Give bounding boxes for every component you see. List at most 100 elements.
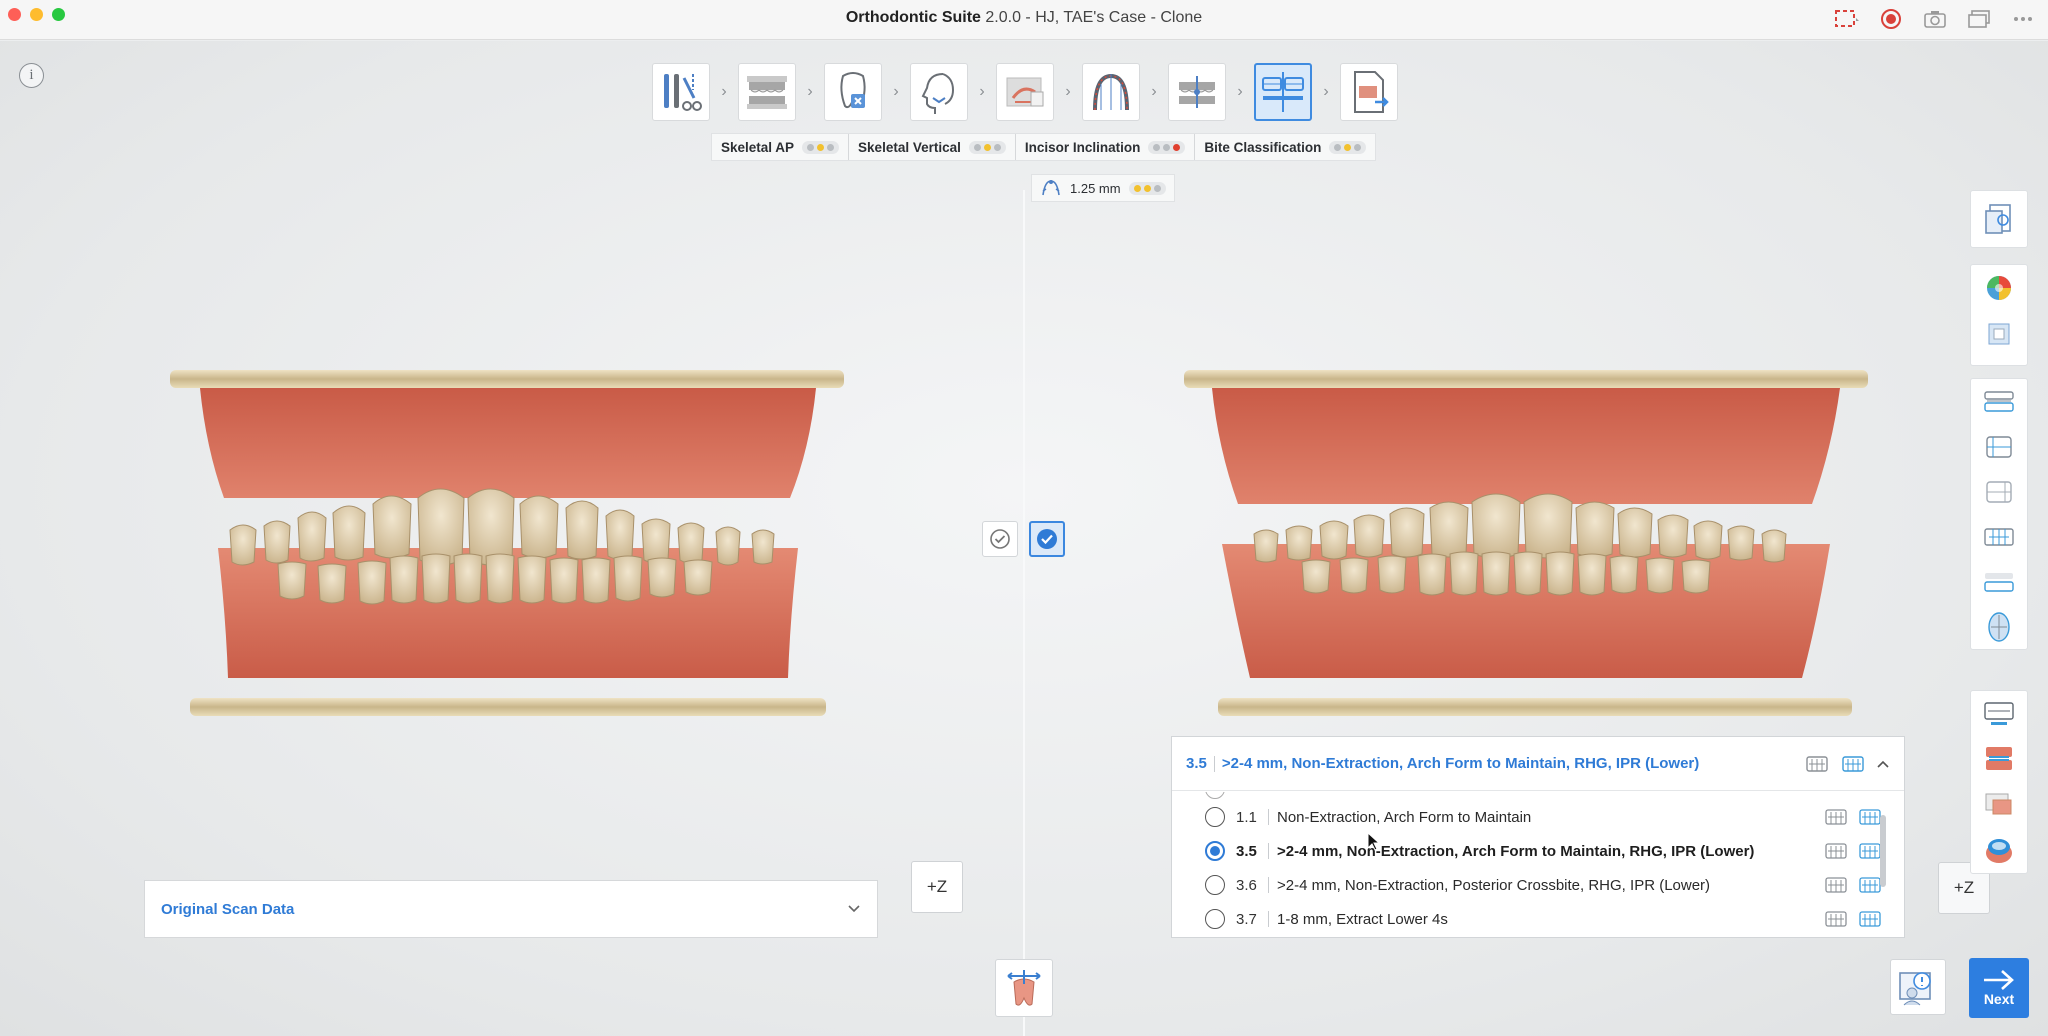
treatment-options-icon	[1262, 72, 1304, 112]
report-consult-icon	[1899, 972, 1931, 1006]
lower-arch-icon[interactable]	[1858, 876, 1882, 894]
view-lower-button[interactable]	[1970, 559, 2028, 604]
option-radio[interactable]	[1205, 909, 1225, 929]
status-bite-classification: Bite Classification	[1194, 134, 1375, 160]
occlusion-icon	[1179, 76, 1215, 108]
screen-capture-icon[interactable]	[1834, 8, 1860, 30]
split-divider[interactable]	[1023, 190, 1025, 1036]
color-map-button[interactable]	[1970, 265, 2028, 311]
treatment-option-panel: 3.5 >2-4 mm, Non-Extraction, Arch Form t…	[1171, 736, 1905, 938]
gum-view-button[interactable]	[1970, 828, 2028, 874]
window-title: Orthodontic Suite 2.0.0 - HJ, TAE's Case…	[845, 9, 1203, 26]
model-transparency-button[interactable]	[1970, 782, 2028, 828]
window-layout-icon[interactable]	[1966, 8, 1992, 30]
check-circle-icon	[990, 529, 1010, 549]
lower-arch-icon[interactable]	[1840, 754, 1866, 774]
status-skeletal-ap: Skeletal AP	[712, 134, 848, 160]
compare-treatment-toggle[interactable]	[1029, 521, 1065, 557]
option-row-3-7[interactable]: 3.7 1-8 mm, Extract Lower 4s	[1172, 902, 1882, 936]
lower-arch-icon[interactable]	[1858, 842, 1882, 860]
compare-original-toggle[interactable]	[982, 521, 1018, 557]
step-treatment-options[interactable]	[1254, 63, 1312, 121]
chevron-down-icon[interactable]	[847, 904, 861, 914]
side-toolbar-group-4	[1970, 690, 2028, 874]
upper-arch-icon[interactable]	[1804, 754, 1830, 774]
superimpose-icon	[1984, 702, 2014, 725]
arrow-right-icon	[1984, 970, 2014, 990]
face-profile-icon	[921, 73, 955, 114]
status-skeletal-vertical: Skeletal Vertical	[848, 134, 1015, 160]
view-front-button[interactable]	[1970, 514, 2028, 559]
next-button[interactable]: Next	[1969, 958, 2029, 1018]
document-view-button[interactable]	[1970, 191, 2028, 247]
color-map-icon	[1987, 276, 2011, 300]
upper-arch-icon[interactable]	[1824, 842, 1848, 860]
scan-arches-icon	[747, 76, 787, 109]
scan-data-dropdown[interactable]: Original Scan Data	[144, 880, 878, 938]
report-export-icon	[1354, 71, 1389, 113]
treatment-dental-model[interactable]	[1182, 368, 1870, 720]
step-face-profile[interactable]	[910, 63, 968, 121]
option-radio[interactable]	[1205, 875, 1225, 895]
step-tools[interactable]	[652, 63, 710, 121]
record-icon[interactable]	[1878, 8, 1904, 30]
status-incisor-inclination: Incisor Inclination	[1014, 134, 1195, 160]
both-arches-icon	[1984, 390, 2014, 412]
original-dental-model[interactable]	[168, 368, 846, 720]
view-both-arches-button[interactable]	[1970, 379, 2028, 424]
step-occlusion[interactable]	[1168, 63, 1226, 121]
step-report-export[interactable]	[1340, 63, 1398, 121]
lower-arch-view-icon	[1984, 572, 2014, 592]
measure-indicator	[1128, 181, 1166, 195]
arch-left-view-icon	[1986, 480, 2012, 503]
cube-view-button[interactable]	[1970, 311, 2028, 357]
tooth-segmentation-icon	[840, 72, 866, 109]
upper-arch-icon[interactable]	[1824, 910, 1848, 928]
superimpose-button[interactable]	[1970, 691, 2028, 737]
tooth-movement-button[interactable]	[995, 959, 1053, 1017]
model-transparency-icon	[1985, 793, 2012, 815]
view-right-button[interactable]	[1970, 424, 2028, 469]
step-arch-form[interactable]	[1082, 63, 1140, 121]
side-toolbar-group-3	[1970, 378, 2028, 650]
cube-view-icon	[1988, 323, 2010, 345]
step-tooth-segmentation[interactable]	[824, 63, 882, 121]
report-button[interactable]	[1890, 959, 1946, 1015]
selected-option-header[interactable]: 3.5 >2-4 mm, Non-Extraction, Arch Form t…	[1172, 737, 1904, 791]
info-button[interactable]: i	[19, 63, 44, 88]
side-toolbar-group-1	[1970, 190, 2028, 248]
option-row-3-6[interactable]: 3.6 >2-4 mm, Non-Extraction, Posterior C…	[1172, 868, 1882, 902]
step-cephalometric[interactable]	[996, 63, 1054, 121]
workflow-steps: › › › › › › › ›	[652, 62, 1398, 122]
camera-icon[interactable]	[1922, 8, 1948, 30]
tools-icon	[664, 74, 702, 111]
more-menu-icon[interactable]	[2010, 8, 2036, 30]
gum-view-icon	[1986, 839, 2012, 864]
option-radio-selected[interactable]	[1205, 841, 1225, 861]
option-list[interactable]: 1.1 Non-Extraction, Arch Form to Maintai…	[1172, 792, 1906, 937]
tooth-movement-icon	[1007, 970, 1041, 1006]
selected-option-title: >2-4 mm, Non-Extraction, Arch Form to Ma…	[1221, 755, 1700, 772]
upper-arch-icon[interactable]	[1824, 808, 1848, 826]
option-row-3-5[interactable]: 3.5 >2-4 mm, Non-Extraction, Arch Form t…	[1172, 834, 1882, 868]
lower-arch-icon[interactable]	[1858, 910, 1882, 928]
overlay-color-button[interactable]	[1970, 737, 2028, 783]
option-list-scrollbar[interactable]	[1880, 815, 1886, 887]
chevron-up-icon[interactable]	[1876, 759, 1890, 769]
overlay-color-icon	[1986, 747, 2012, 771]
lower-arch-icon[interactable]	[1858, 808, 1882, 826]
view-left-button[interactable]	[1970, 469, 2028, 514]
analysis-status-bar: Skeletal AP Skeletal Vertical Incisor In…	[711, 133, 1377, 161]
status-indicator	[1148, 140, 1186, 154]
option-radio[interactable]	[1205, 807, 1225, 827]
view-occlusal-button[interactable]	[1970, 604, 2028, 649]
occlusal-view-icon	[1988, 611, 2010, 642]
upper-arch-icon[interactable]	[1824, 876, 1848, 894]
next-button-label: Next	[1983, 991, 2015, 1007]
step-scan-arches[interactable]	[738, 63, 796, 121]
status-indicator	[1329, 140, 1367, 154]
mouse-cursor	[1367, 831, 1381, 857]
z-axis-button-left[interactable]: +Z	[911, 861, 963, 913]
option-row-1-1[interactable]: 1.1 Non-Extraction, Arch Form to Maintai…	[1172, 800, 1882, 834]
crowding-measure: 1.25 mm	[1031, 174, 1175, 202]
